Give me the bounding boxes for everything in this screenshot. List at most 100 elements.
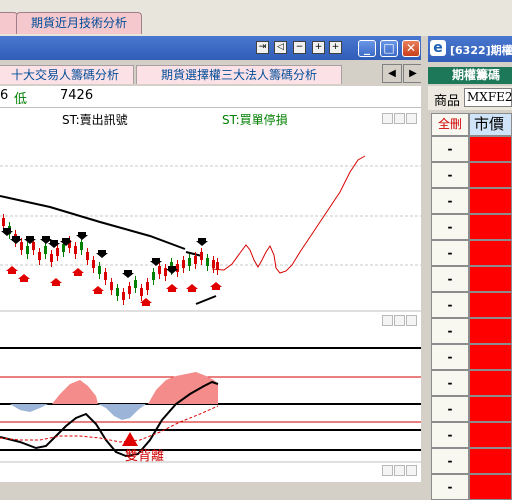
panel-controls-main[interactable]: [382, 113, 417, 124]
chart-area[interactable]: 雙背離 ST:賣出訊號 ST:買單停損: [0, 108, 421, 482]
table-row[interactable]: -: [431, 422, 512, 448]
table-row[interactable]: -: [431, 396, 512, 422]
row-delete-cell[interactable]: -: [431, 162, 469, 188]
row-delete-cell[interactable]: -: [431, 292, 469, 318]
panel-controls-osc[interactable]: [382, 315, 417, 326]
row-market-cell[interactable]: [469, 136, 512, 162]
low-label: 低: [14, 92, 28, 107]
panel-restore-icon[interactable]: [394, 113, 405, 124]
panel-maximize-icon[interactable]: [406, 315, 417, 326]
table-row[interactable]: -: [431, 318, 512, 344]
sell-arrow-icon: [122, 270, 134, 278]
table-row[interactable]: -: [431, 162, 512, 188]
tab-scroll-left-button[interactable]: ◀: [382, 64, 402, 83]
trend-line-short: [195, 295, 217, 305]
dock-icon[interactable]: ⇥: [256, 41, 269, 54]
panel-maximize-icon[interactable]: [406, 113, 417, 124]
product-input[interactable]: MXFE2: [464, 88, 512, 107]
low-value: 7426: [60, 88, 94, 103]
chart-canvas[interactable]: 雙背離: [0, 108, 421, 482]
tab-scroll-right-button[interactable]: ▶: [403, 64, 423, 83]
expand-icon[interactable]: +: [312, 41, 325, 54]
row-market-cell[interactable]: [469, 370, 512, 396]
table-row[interactable]: -: [431, 136, 512, 162]
candlestick: [152, 268, 155, 285]
candlestick: [134, 276, 137, 293]
row-market-cell[interactable]: [469, 162, 512, 188]
table-row[interactable]: -: [431, 370, 512, 396]
buy-arrow-icon: [186, 284, 198, 292]
panel-restore-icon[interactable]: [394, 315, 405, 326]
row-delete-cell[interactable]: -: [431, 396, 469, 422]
panel-maximize-icon[interactable]: [406, 465, 417, 476]
maximize-button[interactable]: □: [380, 40, 398, 57]
table-row[interactable]: -: [431, 474, 512, 500]
candlestick: [80, 238, 83, 255]
table-row[interactable]: -: [431, 240, 512, 266]
candlestick: [122, 288, 125, 305]
row-market-cell[interactable]: [469, 422, 512, 448]
forecast-line: [211, 155, 366, 274]
candlestick: [128, 282, 131, 299]
options-panel-header: 期權籌碼: [428, 67, 512, 84]
col-market-price[interactable]: 市價: [469, 113, 512, 136]
row-delete-cell[interactable]: -: [431, 474, 469, 500]
panel-controls-bottom[interactable]: [382, 465, 417, 476]
plus-icon[interactable]: +: [329, 41, 342, 54]
row-delete-cell[interactable]: -: [431, 448, 469, 474]
minimize-button[interactable]: _: [358, 40, 376, 57]
row-delete-cell[interactable]: -: [431, 136, 469, 162]
row-delete-cell[interactable]: -: [431, 188, 469, 214]
row-market-cell[interactable]: [469, 240, 512, 266]
close-button[interactable]: ✕: [402, 40, 420, 57]
product-label: 商品: [434, 94, 461, 109]
buy-arrow-icon: [72, 268, 84, 276]
row-delete-cell[interactable]: -: [431, 318, 469, 344]
row-market-cell[interactable]: [469, 292, 512, 318]
tab-top-ten-traders[interactable]: 十大交易人籌碼分析: [0, 65, 134, 84]
candlestick: [20, 238, 23, 255]
table-row[interactable]: -: [431, 448, 512, 474]
candlestick: [110, 278, 113, 295]
row-market-cell[interactable]: [469, 214, 512, 240]
sell-arrow-icon: [96, 250, 108, 258]
row-delete-cell[interactable]: -: [431, 370, 469, 396]
candlestick: [86, 248, 89, 265]
window-splitter[interactable]: [421, 36, 428, 482]
row-market-cell[interactable]: [469, 344, 512, 370]
candlestick: [44, 242, 47, 259]
buy-arrow-icon: [210, 282, 222, 290]
tab-top-ten-traders-label: 十大交易人籌碼分析: [10, 68, 119, 82]
row-market-cell[interactable]: [469, 188, 512, 214]
options-window-titlebar[interactable]: e [6322]期權: [428, 36, 512, 62]
panel-minimize-icon[interactable]: [382, 465, 393, 476]
table-row[interactable]: -: [431, 266, 512, 292]
quote-bar: 6 低 7426: [0, 86, 421, 108]
candlestick: [92, 256, 95, 273]
row-market-cell[interactable]: [469, 266, 512, 292]
prev-icon[interactable]: ◁: [274, 41, 287, 54]
row-delete-cell[interactable]: -: [431, 344, 469, 370]
candlestick: [38, 248, 41, 265]
panel-minimize-icon[interactable]: [382, 315, 393, 326]
row-market-cell[interactable]: [469, 448, 512, 474]
row-delete-cell[interactable]: -: [431, 214, 469, 240]
table-row[interactable]: -: [431, 188, 512, 214]
row-market-cell[interactable]: [469, 318, 512, 344]
table-row[interactable]: -: [431, 344, 512, 370]
row-delete-cell[interactable]: -: [431, 422, 469, 448]
row-delete-cell[interactable]: -: [431, 240, 469, 266]
oscillator-panel: 雙背離: [0, 347, 421, 464]
table-row[interactable]: -: [431, 214, 512, 240]
shrink-icon[interactable]: −: [293, 41, 306, 54]
tab-futures-technical[interactable]: 期貨近月技術分析: [16, 12, 142, 34]
tab-institutional-investors[interactable]: 期貨選擇權三大法人籌碼分析: [136, 65, 342, 84]
table-row[interactable]: -: [431, 292, 512, 318]
panel-restore-icon[interactable]: [394, 465, 405, 476]
row-market-cell[interactable]: [469, 474, 512, 500]
row-market-cell[interactable]: [469, 396, 512, 422]
candlestick: [140, 284, 143, 301]
row-delete-cell[interactable]: -: [431, 266, 469, 292]
col-delete-all[interactable]: 全刪: [431, 113, 469, 136]
panel-minimize-icon[interactable]: [382, 113, 393, 124]
